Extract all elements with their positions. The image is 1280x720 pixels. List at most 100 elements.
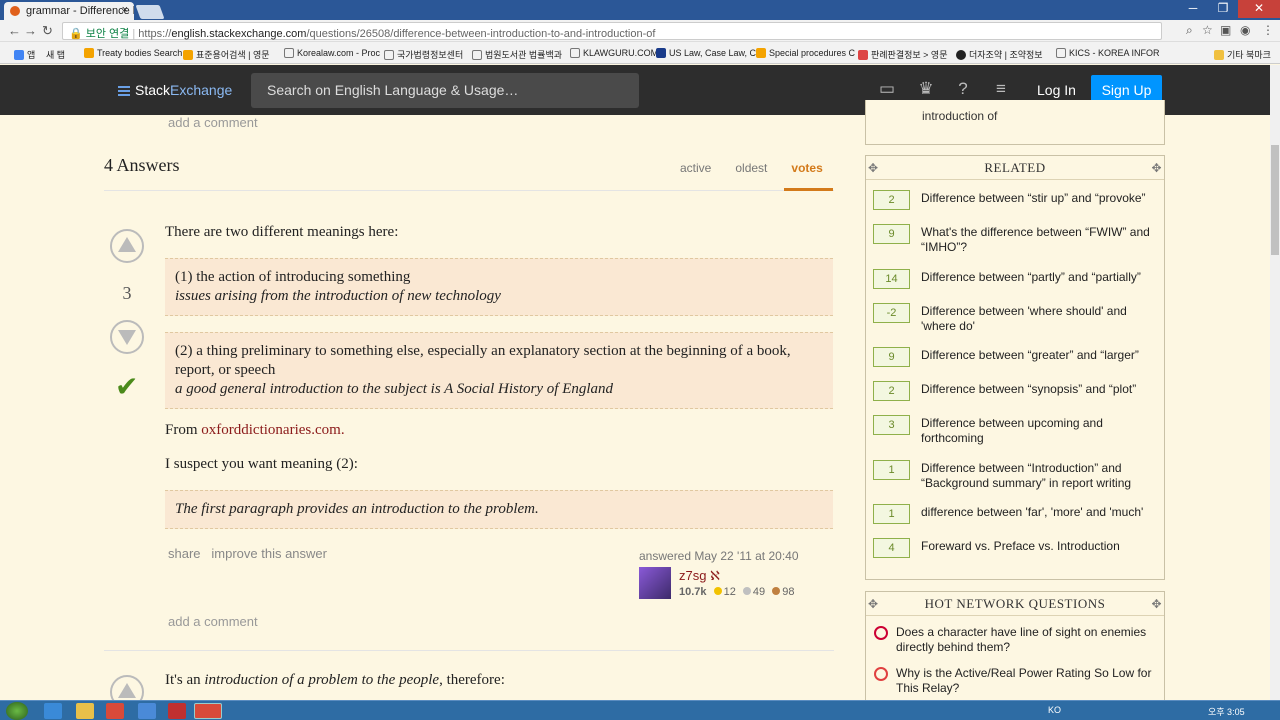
bookmark-item[interactable]: 국가법령정보센터 bbox=[384, 48, 463, 61]
clock[interactable]: 오후 3:05 bbox=[1208, 705, 1245, 718]
bookmark-item[interactable]: Treaty bodies Search bbox=[84, 48, 182, 58]
scrollbar-thumb[interactable] bbox=[1271, 145, 1279, 255]
answer-text: There are two different meanings here: bbox=[165, 224, 399, 240]
forward-icon[interactable]: → bbox=[24, 23, 37, 38]
tab-active[interactable]: active bbox=[680, 161, 711, 175]
url-input[interactable]: 🔒 보안 연결 | https://english.stackexchange.… bbox=[62, 22, 1162, 40]
divider bbox=[104, 650, 834, 651]
new-tab-button[interactable] bbox=[135, 5, 165, 19]
back-icon[interactable]: ← bbox=[8, 23, 21, 38]
hot-network-questions: ✥ HOT NETWORK QUESTIONS ✥ Does a charact… bbox=[865, 591, 1165, 700]
related-title[interactable]: difference between 'far', 'more' and 'mu… bbox=[921, 505, 1159, 520]
url-prefix: https:// bbox=[138, 28, 172, 40]
bookmark-item[interactable]: 법원도서관 법률백과 bbox=[472, 48, 562, 61]
moderator-icon: ℵ bbox=[710, 568, 720, 583]
answer-count: 1 bbox=[873, 504, 910, 524]
zoom-icon[interactable]: ⌕ bbox=[1186, 23, 1193, 38]
divider bbox=[104, 190, 834, 191]
answer-count: 3 bbox=[873, 415, 910, 435]
bookmark-item[interactable]: KICS - KOREA INFOR bbox=[1056, 48, 1160, 58]
add-comment-link[interactable]: add a comment bbox=[168, 614, 258, 629]
answer-count: -2 bbox=[873, 303, 910, 323]
trophy-icon[interactable]: ♛ bbox=[915, 79, 937, 101]
answers-heading: 4 Answers bbox=[104, 155, 180, 175]
rep-score: 10.7k bbox=[679, 586, 707, 598]
bookmark-item[interactable]: Special procedures C bbox=[756, 48, 855, 58]
reload-icon[interactable]: ↻ bbox=[42, 23, 53, 39]
menu-icon[interactable] bbox=[118, 86, 130, 96]
browser-tab[interactable]: grammar - Difference b × bbox=[4, 2, 134, 20]
answer-count: 9 bbox=[873, 224, 910, 244]
hnq-title[interactable]: Why is the Active/Real Power Rating So L… bbox=[896, 666, 1156, 696]
silver-badge-icon bbox=[742, 587, 751, 595]
upvote-icon[interactable] bbox=[110, 229, 144, 263]
related-title[interactable]: Difference between upcoming and forthcom… bbox=[921, 416, 1159, 446]
inbox-icon[interactable]: ▭ bbox=[876, 79, 898, 101]
related-title[interactable]: What's the difference between “FWIW” and… bbox=[921, 225, 1159, 255]
answer-body: It's an introduction of a problem to the… bbox=[165, 671, 833, 690]
related-title[interactable]: Foreward vs. Preface vs. Introduction bbox=[921, 539, 1159, 554]
bookmark-star-icon[interactable]: ☆ bbox=[1202, 23, 1213, 37]
related-title[interactable]: Difference between 'where should' and 'w… bbox=[921, 304, 1159, 334]
related-title[interactable]: Difference between “Introduction” and “B… bbox=[921, 461, 1159, 491]
bookmark-item[interactable]: Korealaw.com - Proc bbox=[284, 48, 380, 58]
answered-time: answered May 22 '11 at 20:40 bbox=[639, 549, 799, 563]
bookmark-item[interactable]: 판례판결정보 > 영문 bbox=[858, 48, 948, 61]
blockquote: (1) the action of introducing something … bbox=[165, 258, 833, 316]
add-comment-link[interactable]: add a comment bbox=[168, 115, 258, 130]
quote-text: (1) the action of introducing something bbox=[175, 269, 411, 285]
tab-votes[interactable]: votes bbox=[791, 161, 822, 175]
windows-start-icon[interactable] bbox=[6, 702, 28, 720]
app-icon[interactable] bbox=[168, 703, 186, 719]
bookmark-folder[interactable]: 기타 북마크 bbox=[1214, 48, 1271, 61]
lock-icon: 🔒 bbox=[69, 28, 83, 40]
chrome-active-icon[interactable] bbox=[194, 703, 222, 719]
bookmark-item[interactable]: 새 탭 bbox=[46, 48, 65, 61]
downvote-icon[interactable] bbox=[110, 320, 144, 354]
page-icon bbox=[384, 49, 394, 60]
address-bar-row: ← → ↻ 🔒 보안 연결 | https://english.stackexc… bbox=[0, 20, 1280, 42]
related-title[interactable]: Difference between “greater” and “larger… bbox=[921, 348, 1159, 363]
extension2-icon[interactable]: ◉ bbox=[1240, 23, 1250, 37]
bookmark-item[interactable]: 표준용어검색 | 영문 bbox=[183, 48, 270, 61]
user-name[interactable]: z7sg ℵ bbox=[679, 568, 720, 584]
language-indicator[interactable]: KO bbox=[1048, 705, 1061, 715]
hnq-title[interactable]: Does a character have line of sight on e… bbox=[896, 625, 1156, 655]
bookmark-item[interactable]: 앱 bbox=[14, 48, 35, 61]
close-window-button[interactable]: ✕ bbox=[1238, 0, 1280, 18]
app-icon[interactable] bbox=[138, 703, 156, 719]
folder-icon bbox=[1214, 49, 1224, 60]
page-scrollbar[interactable] bbox=[1270, 65, 1280, 701]
improve-link[interactable]: improve this answer bbox=[211, 546, 327, 561]
chrome-icon[interactable] bbox=[106, 703, 124, 719]
related-title[interactable]: Difference between “synopsis” and “plot” bbox=[921, 382, 1159, 397]
quote-text: (2) a thing preliminary to something els… bbox=[175, 343, 791, 378]
ornament-icon: ✥ bbox=[868, 161, 879, 175]
bookmark-item[interactable]: KLAWGURU.COM bbox=[570, 48, 658, 58]
tab-close-icon[interactable]: × bbox=[122, 4, 128, 16]
bookmark-favicon-icon bbox=[656, 48, 666, 58]
minimize-button[interactable]: ─ bbox=[1178, 0, 1208, 18]
login-link[interactable]: Log In bbox=[1037, 82, 1076, 98]
stackexchange-logo[interactable]: StackExchange bbox=[118, 82, 232, 98]
extension-icon[interactable]: ▣ bbox=[1220, 23, 1231, 37]
bookmark-item[interactable]: US Law, Case Law, C bbox=[656, 48, 756, 58]
electronics-site-icon bbox=[874, 667, 888, 681]
related-title[interactable]: Difference between “stir up” and “provok… bbox=[921, 191, 1159, 206]
related-title[interactable]: Difference between “partly” and “partial… bbox=[921, 270, 1159, 285]
tab-oldest[interactable]: oldest bbox=[735, 161, 767, 175]
browser-menu-icon[interactable]: ⋮ bbox=[1262, 23, 1274, 37]
explorer-icon[interactable] bbox=[76, 703, 94, 719]
search-input[interactable]: Search on English Language & Usage… bbox=[251, 73, 639, 108]
site-switcher-icon[interactable]: ≡ bbox=[990, 79, 1012, 101]
bookmark-item[interactable]: 더자조약 | 조약정보 bbox=[956, 48, 1043, 61]
page-icon bbox=[472, 49, 482, 60]
related-questions: ✥ RELATED ✥ 2 Difference between “stir up… bbox=[865, 155, 1165, 580]
help-icon[interactable]: ? bbox=[952, 79, 974, 101]
source-link[interactable]: oxforddictionaries.com bbox=[201, 422, 341, 438]
linked-question-fragment[interactable]: introduction of bbox=[922, 109, 997, 123]
ie-icon[interactable] bbox=[44, 703, 62, 719]
share-link[interactable]: share bbox=[168, 546, 201, 561]
avatar[interactable] bbox=[639, 567, 671, 599]
maximize-button[interactable]: ❐ bbox=[1208, 0, 1238, 18]
